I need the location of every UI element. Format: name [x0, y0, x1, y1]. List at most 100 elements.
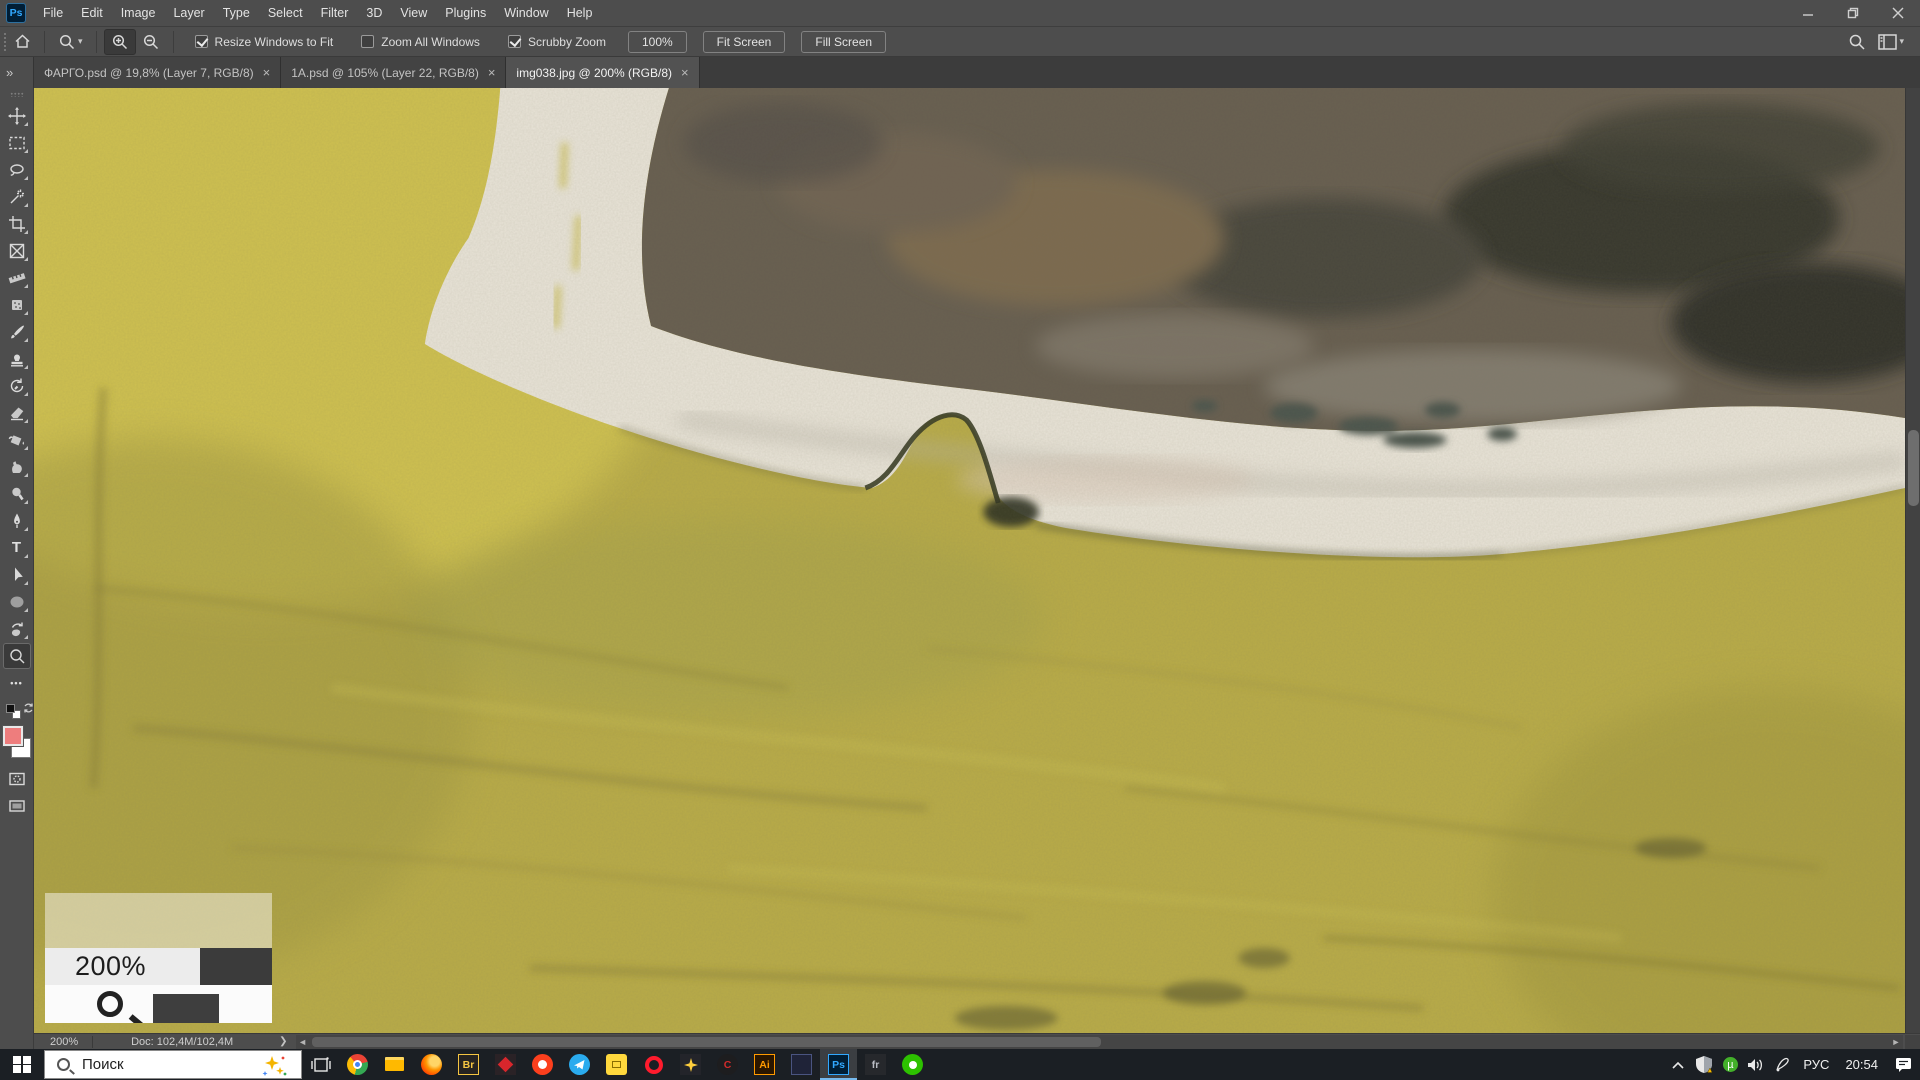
- vertical-scrollbar-thumb[interactable]: [1908, 430, 1919, 506]
- taskbar-search-input[interactable]: Поиск: [44, 1050, 302, 1079]
- menu-plugins[interactable]: Plugins: [436, 0, 495, 27]
- eraser-tool[interactable]: [3, 400, 31, 426]
- taskbar-adobe-bridge[interactable]: Br: [450, 1049, 487, 1080]
- history-brush-tool[interactable]: [3, 373, 31, 399]
- scroll-left-icon[interactable]: ◄: [296, 1037, 310, 1047]
- scroll-right-icon[interactable]: ►: [1889, 1037, 1903, 1047]
- zoom-tool-preset[interactable]: ▾: [52, 29, 89, 55]
- spot-healing-tool[interactable]: [3, 292, 31, 318]
- volume-icon[interactable]: [1743, 1049, 1769, 1080]
- menu-view[interactable]: View: [391, 0, 436, 27]
- menu-window[interactable]: Window: [495, 0, 557, 27]
- crop-tool[interactable]: [3, 211, 31, 237]
- rectangular-marquee-tool[interactable]: [3, 130, 31, 156]
- swap-colors-icon[interactable]: [22, 702, 35, 714]
- ellipse-shape-tool[interactable]: [3, 589, 31, 615]
- toolbar-collapse-button[interactable]: »: [0, 57, 34, 88]
- workspace-switcher[interactable]: ▾: [1872, 29, 1910, 55]
- tab-1a-psd[interactable]: 1A.psd @ 105% (Layer 22, RGB/8) ×: [281, 57, 506, 88]
- edit-toolbar-button[interactable]: •••: [3, 670, 31, 696]
- language-indicator[interactable]: РУС: [1795, 1057, 1837, 1072]
- tab-close-icon[interactable]: ×: [263, 65, 271, 80]
- firefox-icon: [421, 1054, 442, 1075]
- taskbar-firefox[interactable]: [413, 1049, 450, 1080]
- search-button[interactable]: [1842, 29, 1872, 55]
- taskbar-chrome[interactable]: [339, 1049, 376, 1080]
- screen-mode-button[interactable]: [3, 793, 31, 819]
- taskbar-photoshop[interactable]: Ps: [820, 1049, 857, 1080]
- menu-layer[interactable]: Layer: [164, 0, 213, 27]
- brush-tool[interactable]: [3, 319, 31, 345]
- zoom-out-button[interactable]: [136, 29, 166, 55]
- taskbar-yellow-star-app[interactable]: [672, 1049, 709, 1080]
- type-tool[interactable]: T: [3, 535, 31, 561]
- taskbar-file-explorer[interactable]: [376, 1049, 413, 1080]
- home-button[interactable]: [8, 29, 37, 55]
- zoom-all-windows-checkbox[interactable]: Zoom All Windows: [361, 35, 480, 49]
- menu-filter[interactable]: Filter: [312, 0, 358, 27]
- object-selection-tool[interactable]: [3, 184, 31, 210]
- zoom-tool[interactable]: [3, 643, 31, 669]
- taskbar-green-app[interactable]: [894, 1049, 931, 1080]
- pen-input-icon[interactable]: [1769, 1049, 1795, 1080]
- menu-file[interactable]: File: [34, 0, 72, 27]
- vertical-scrollbar[interactable]: [1905, 88, 1920, 1033]
- menu-3d[interactable]: 3D: [357, 0, 391, 27]
- status-menu-chevron[interactable]: ❯: [271, 1036, 295, 1047]
- menu-type[interactable]: Type: [214, 0, 259, 27]
- zoom-100-button[interactable]: 100%: [628, 31, 687, 53]
- painting-image: [34, 88, 1905, 1033]
- scrubby-zoom-checkbox[interactable]: Scrubby Zoom: [508, 35, 606, 49]
- tab-close-icon[interactable]: ×: [488, 65, 496, 80]
- move-tool[interactable]: [3, 103, 31, 129]
- dodge-tool[interactable]: [3, 481, 31, 507]
- menu-edit[interactable]: Edit: [72, 0, 112, 27]
- taskbar-gray-app[interactable]: fr: [857, 1049, 894, 1080]
- tab-close-icon[interactable]: ×: [681, 65, 689, 80]
- defender-icon[interactable]: [1691, 1049, 1717, 1080]
- taskbar-red-circle-app[interactable]: [524, 1049, 561, 1080]
- path-selection-tool[interactable]: [3, 562, 31, 588]
- start-button[interactable]: [0, 1049, 44, 1080]
- document-canvas[interactable]: 200%: [34, 88, 1920, 1033]
- rotate-view-tool[interactable]: [3, 616, 31, 642]
- ruler-tool[interactable]: [3, 265, 31, 291]
- smudge-tool[interactable]: [3, 454, 31, 480]
- toolbar-grip[interactable]: [10, 92, 24, 97]
- fill-screen-button[interactable]: Fill Screen: [801, 31, 886, 53]
- restore-button[interactable]: [1830, 0, 1875, 26]
- horizontal-scrollbar[interactable]: ◄ ►: [296, 1035, 1903, 1049]
- action-center-icon[interactable]: [1886, 1049, 1920, 1080]
- paint-bucket-tool[interactable]: [3, 427, 31, 453]
- menu-help[interactable]: Help: [558, 0, 602, 27]
- frame-tool[interactable]: [3, 238, 31, 264]
- taskbar-dark-blue-app[interactable]: [783, 1049, 820, 1080]
- horizontal-scrollbar-thumb[interactable]: [312, 1037, 1102, 1047]
- tab-img038-jpg[interactable]: img038.jpg @ 200% (RGB/8) ×: [506, 57, 699, 88]
- foreground-color-swatch[interactable]: [3, 726, 23, 746]
- tray-expand-button[interactable]: [1665, 1049, 1691, 1080]
- fit-screen-button[interactable]: Fit Screen: [703, 31, 786, 53]
- taskbar-telegram[interactable]: [561, 1049, 598, 1080]
- utorrent-icon[interactable]: µ: [1717, 1049, 1743, 1080]
- pen-tool[interactable]: [3, 508, 31, 534]
- task-view-button[interactable]: [302, 1049, 339, 1080]
- clock[interactable]: 20:54: [1837, 1057, 1886, 1072]
- taskbar-opera[interactable]: [635, 1049, 672, 1080]
- status-zoom-field[interactable]: 200%: [34, 1036, 92, 1048]
- taskbar-illustrator[interactable]: Ai: [746, 1049, 783, 1080]
- minimize-button[interactable]: [1785, 0, 1830, 26]
- taskbar-dark-red-app[interactable]: C: [709, 1049, 746, 1080]
- zoom-in-button[interactable]: [104, 29, 136, 55]
- taskbar-red-diamond-app[interactable]: [487, 1049, 524, 1080]
- quick-mask-button[interactable]: [3, 766, 31, 792]
- menu-image[interactable]: Image: [112, 0, 165, 27]
- taskbar-yellow-app[interactable]: [598, 1049, 635, 1080]
- default-colors-control[interactable]: [6, 702, 28, 722]
- close-button[interactable]: [1875, 0, 1920, 26]
- tab-fargo-psd[interactable]: ФАРГО.psd @ 19,8% (Layer 7, RGB/8) ×: [34, 57, 281, 88]
- resize-windows-checkbox[interactable]: Resize Windows to Fit: [195, 35, 334, 49]
- lasso-tool[interactable]: [3, 157, 31, 183]
- menu-select[interactable]: Select: [259, 0, 312, 27]
- clone-stamp-tool[interactable]: [3, 346, 31, 372]
